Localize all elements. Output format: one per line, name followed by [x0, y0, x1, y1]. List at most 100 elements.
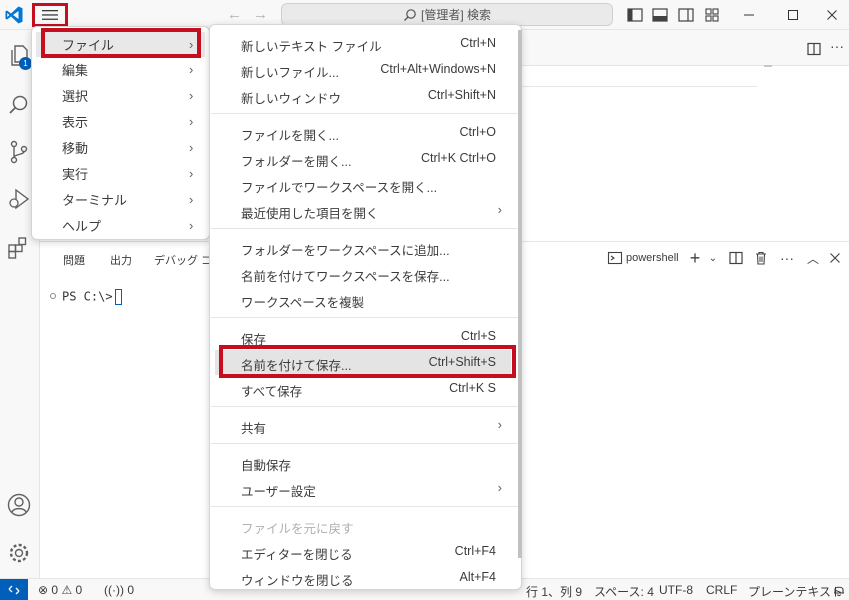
vscode-logo-icon — [5, 6, 23, 24]
menu-close-editor[interactable]: エディターを閉じる Ctrl+F4 — [215, 539, 511, 564]
cursor-position[interactable]: 行 1、列 9 — [526, 583, 582, 600]
ports-status[interactable]: ((·)) 0 — [104, 583, 134, 597]
terminal-name[interactable]: powershell — [626, 252, 679, 264]
terminal-prompt: PS C:\> — [62, 289, 113, 304]
menu-new-text-file[interactable]: 新しいテキスト ファイル Ctrl+N — [215, 31, 511, 56]
toggle-panel-icon[interactable] — [651, 6, 669, 24]
menu-item-label: 移動 — [62, 141, 89, 156]
chevron-right-icon: › — [189, 140, 194, 155]
customize-layout-icon[interactable] — [703, 6, 721, 24]
minimize-button[interactable] — [729, 0, 769, 30]
extensions-icon[interactable] — [6, 235, 32, 261]
chevron-up-icon[interactable]: ︿ — [805, 250, 821, 266]
encoding[interactable]: UTF-8 — [659, 583, 693, 597]
menu-item-label: 編集 — [62, 63, 89, 78]
menu-preferences[interactable]: ユーザー設定 › — [215, 476, 511, 501]
menu-item-run[interactable]: 実行 › — [36, 161, 205, 186]
error-icon: ⊗ — [38, 583, 49, 597]
menu-save-all[interactable]: すべて保存 Ctrl+K S — [215, 376, 511, 401]
toggle-secondary-sidebar-icon[interactable] — [677, 6, 695, 24]
end-of-line[interactable]: CRLF — [706, 583, 737, 597]
run-debug-icon[interactable] — [6, 186, 32, 212]
menu-share[interactable]: 共有 › — [215, 413, 511, 438]
close-icon — [827, 10, 837, 20]
problems-status[interactable]: ⊗ 0 ⚠ 0 — [38, 583, 82, 597]
settings-gear-icon[interactable] — [6, 540, 32, 566]
back-arrow-icon[interactable]: ← — [227, 6, 242, 23]
chevron-right-icon: › — [189, 166, 194, 181]
menu-open-workspace-from-file[interactable]: ファイルでワークスペースを開く... — [215, 172, 511, 197]
maximize-button[interactable] — [773, 0, 813, 30]
menu-item-view[interactable]: 表示 › — [36, 109, 205, 134]
menu-save-workspace-as[interactable]: 名前を付けてワークスペースを保存... — [215, 261, 511, 286]
menu-separator — [211, 113, 522, 114]
new-terminal-icon[interactable]: + — [687, 248, 703, 268]
indentation[interactable]: スペース: 4 — [594, 583, 654, 600]
menu-item-label: ヘルプ — [62, 219, 102, 234]
broadcast-icon: ((·)) — [104, 583, 124, 597]
menu-item-label: ターミナル — [62, 193, 128, 208]
menu-new-window[interactable]: 新しいウィンドウ Ctrl+Shift+N — [215, 83, 511, 108]
menu-duplicate-workspace[interactable]: ワークスペースを複製 — [215, 287, 511, 312]
warning-count: 0 — [75, 583, 83, 597]
remote-icon — [8, 585, 20, 595]
toggle-primary-sidebar-icon[interactable] — [626, 6, 644, 24]
save-as-highlight — [219, 345, 516, 378]
forward-arrow-icon[interactable]: → — [253, 6, 268, 23]
menu-close-window[interactable]: ウィンドウを閉じる Alt+F4 — [215, 565, 511, 590]
search-icon — [404, 8, 416, 21]
menu-item-edit[interactable]: 編集 › — [36, 57, 205, 82]
menu-item-help[interactable]: ヘルプ › — [36, 213, 205, 238]
menu-new-file[interactable]: 新しいファイル... Ctrl+Alt+Windows+N — [215, 57, 511, 82]
terminal-cursor — [114, 289, 122, 305]
menu-item-selection[interactable]: 選択 › — [36, 83, 205, 108]
terminal-status-dot — [50, 293, 56, 299]
chevron-right-icon: › — [497, 202, 502, 217]
maximize-icon — [788, 10, 798, 20]
chevron-right-icon: › — [189, 114, 194, 129]
menu-open-folder[interactable]: フォルダーを開く... Ctrl+K Ctrl+O — [215, 146, 511, 171]
command-center-search[interactable]: [管理者] 検索 — [281, 3, 613, 26]
hamburger-icon — [42, 10, 58, 20]
terminal-line[interactable]: PS C:\> — [62, 289, 122, 305]
tab-problems[interactable]: 問題 — [63, 252, 85, 268]
menu-add-folder-to-workspace[interactable]: フォルダーをワークスペースに追加... — [215, 235, 511, 260]
menu-auto-save[interactable]: 自動保存 — [215, 450, 511, 475]
menu-item-terminal[interactable]: ターミナル › — [36, 187, 205, 212]
error-count: 0 — [51, 583, 59, 597]
close-panel-icon[interactable] — [827, 250, 843, 266]
source-control-icon[interactable] — [6, 139, 32, 165]
menu-separator — [211, 406, 522, 407]
minimap-mark — [764, 65, 772, 67]
menu-separator — [211, 506, 522, 507]
menu-separator — [211, 228, 522, 229]
split-editor-icon[interactable] — [806, 41, 822, 57]
menu-item-label: 表示 — [62, 115, 89, 130]
menu-open-recent[interactable]: 最近使用した項目を開く › — [215, 198, 511, 223]
ports-count: 0 — [127, 583, 135, 597]
split-terminal-icon[interactable] — [728, 250, 744, 266]
menu-open-file[interactable]: ファイルを開く... Ctrl+O — [215, 120, 511, 145]
close-window-button[interactable] — [812, 0, 849, 30]
more-actions-icon[interactable]: ··· — [830, 38, 844, 54]
search-text: [管理者] 検索 — [420, 8, 491, 22]
menu-scrollbar[interactable] — [518, 30, 522, 558]
chevron-right-icon: › — [497, 480, 502, 495]
editor-divider — [520, 86, 757, 87]
menu-separator — [211, 443, 522, 444]
tab-output[interactable]: 出力 — [110, 252, 132, 268]
remote-indicator[interactable] — [0, 579, 28, 600]
account-icon[interactable] — [6, 492, 32, 518]
menu-item-go[interactable]: 移動 › — [36, 135, 205, 160]
panel-more-icon[interactable]: ··· — [779, 250, 795, 266]
minimize-icon — [744, 14, 754, 16]
search-sidebar-icon[interactable] — [6, 92, 32, 118]
chevron-right-icon: › — [189, 218, 194, 233]
chevron-down-icon[interactable]: ⌄ — [705, 250, 721, 266]
menu-button[interactable] — [32, 3, 68, 27]
notification-bell-icon[interactable] — [832, 583, 846, 597]
trash-icon[interactable] — [753, 250, 769, 266]
language-mode[interactable]: プレーンテキスト — [748, 583, 843, 600]
menu-item-label: 実行 — [62, 167, 89, 182]
chevron-right-icon: › — [189, 192, 194, 207]
